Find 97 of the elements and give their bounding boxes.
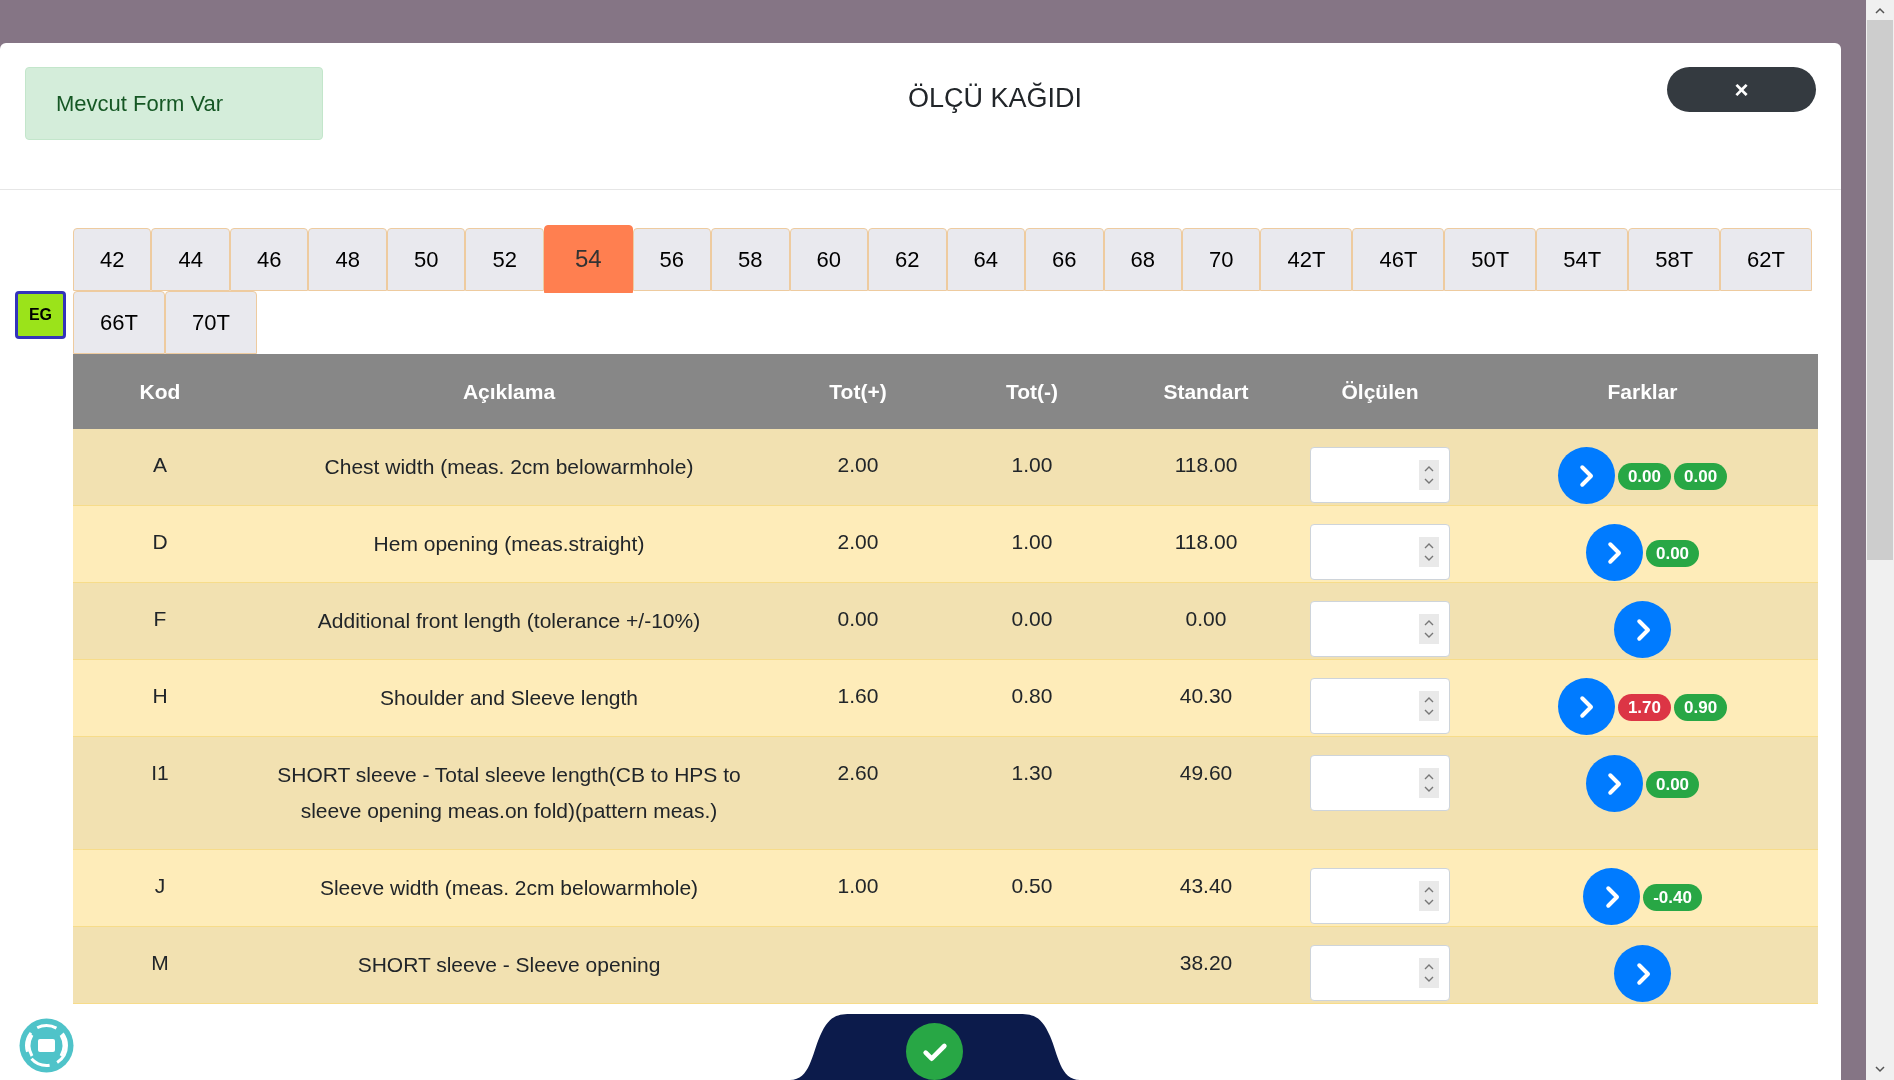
column-header: Açıklama <box>462 379 556 403</box>
table-cell: 1.30 <box>1011 761 1053 784</box>
table-cell: H <box>152 684 168 707</box>
size-tab[interactable]: 58 <box>711 228 790 291</box>
status-badge: EG <box>15 291 66 339</box>
size-tab[interactable]: 46T <box>1352 228 1445 291</box>
column-header: Ölçülen <box>1341 379 1419 403</box>
size-tab[interactable]: 44 <box>151 228 230 291</box>
signal-icon[interactable] <box>18 1017 75 1074</box>
next-button[interactable] <box>1583 868 1641 925</box>
spinner-icon <box>1419 691 1439 721</box>
table-cell: SHORT sleeve - Sleeve opening <box>357 953 661 976</box>
table-cell: 1.00 <box>1011 453 1053 476</box>
table-cell: 2.60 <box>837 761 879 784</box>
difference-badge: 0.00 <box>1617 463 1671 490</box>
next-button[interactable] <box>1557 678 1615 735</box>
size-tab[interactable]: 70T <box>164 291 257 354</box>
spinner-icon <box>1419 768 1439 798</box>
size-tab[interactable]: 46 <box>229 228 309 291</box>
next-button[interactable] <box>1585 755 1643 812</box>
number-input[interactable] <box>1310 678 1450 734</box>
table-cell: 118.00 <box>1174 530 1238 553</box>
size-tab[interactable]: 62T <box>1720 228 1812 291</box>
spinner-icon <box>1419 537 1439 567</box>
status-alert: Mevcut Form Var <box>25 67 323 140</box>
table-cell: 38.20 <box>1179 951 1233 974</box>
number-input[interactable] <box>1310 601 1450 657</box>
difference-badge: 0.00 <box>1674 463 1728 490</box>
column-header: Tot(+) <box>829 379 887 403</box>
number-input[interactable] <box>1310 524 1450 580</box>
size-tab[interactable]: 54 <box>543 225 633 293</box>
number-input[interactable] <box>1310 945 1450 1001</box>
table-cell: 1.60 <box>837 684 879 707</box>
size-tab[interactable]: 52 <box>465 228 544 291</box>
spinner-icon <box>1419 460 1439 490</box>
table-cell: I1 <box>151 761 169 784</box>
table-cell: 0.50 <box>1011 874 1053 897</box>
size-tab[interactable]: 48 <box>308 228 387 291</box>
table-cell: Additional front length (tolerance +/-10%) <box>317 609 701 632</box>
number-input[interactable] <box>1310 447 1450 503</box>
size-tab[interactable]: 54T <box>1536 228 1629 291</box>
table-cell: 0.80 <box>1011 684 1053 707</box>
spinner-icon <box>1419 958 1439 988</box>
number-input[interactable] <box>1310 868 1450 924</box>
next-button[interactable] <box>1585 524 1643 581</box>
column-header: Farklar <box>1607 379 1678 403</box>
size-tab[interactable]: 58T <box>1628 228 1721 291</box>
size-tab[interactable]: 68 <box>1103 228 1182 291</box>
next-button[interactable] <box>1614 601 1671 658</box>
size-tab[interactable]: 62 <box>868 228 947 291</box>
table-cell: 49.60 <box>1179 761 1233 784</box>
size-tab[interactable]: 50 <box>386 228 466 291</box>
difference-badge: 0.00 <box>1645 771 1700 798</box>
table-cell: 43.40 <box>1179 874 1233 897</box>
difference-badge: 0.90 <box>1674 694 1728 721</box>
table-cell: 2.00 <box>837 453 879 476</box>
column-header: Kod <box>139 379 181 403</box>
table-cell: SHORT sleeve - Total sleeve length(CB to HPS to sleeve opening meas.on fold)(pattern meas.) <box>277 763 741 822</box>
table-cell: Hem opening (meas.straight) <box>373 532 645 555</box>
spinner-icon <box>1419 881 1439 911</box>
table-cell: 40.30 <box>1179 684 1233 707</box>
number-input[interactable] <box>1310 755 1450 811</box>
table-cell: 2.00 <box>837 530 879 553</box>
spinner-icon <box>1419 614 1439 644</box>
table-cell: M <box>151 951 169 974</box>
table-cell: 1.00 <box>1011 530 1053 553</box>
difference-badge: -0.40 <box>1643 884 1702 911</box>
size-tab[interactable]: 64 <box>946 228 1026 291</box>
table-cell: Sleeve width (meas. 2cm belowarmhole) <box>319 876 699 899</box>
size-tab[interactable]: 42T <box>1260 228 1353 291</box>
difference-badge: 0.00 <box>1645 540 1700 567</box>
table-cell: 0.00 <box>1011 607 1053 630</box>
difference-badge: 1.70 <box>1617 694 1671 721</box>
table-cell: 0.00 <box>837 607 879 630</box>
table-cell: A <box>153 453 167 476</box>
window-title: ÖLÇÜ KAĞIDI <box>907 81 1082 115</box>
table-cell: D <box>152 530 168 553</box>
size-tab[interactable]: 56 <box>632 228 712 291</box>
size-tab[interactable]: 70 <box>1182 228 1261 291</box>
scrollbar-thumb[interactable] <box>1867 20 1893 560</box>
table-cell: 118.00 <box>1174 453 1238 476</box>
table-cell: 1.00 <box>837 874 879 897</box>
size-tab[interactable]: 42 <box>73 228 152 291</box>
column-header: Standart <box>1163 379 1249 403</box>
table-cell: J <box>154 874 166 897</box>
next-button[interactable] <box>1557 447 1615 504</box>
close-button[interactable]: × <box>1667 67 1816 112</box>
table-cell: Shoulder and Sleeve length <box>380 686 638 709</box>
table-cell: 0.00 <box>1185 607 1227 630</box>
column-header: Tot(-) <box>1005 379 1059 403</box>
table-cell: F <box>153 607 167 630</box>
size-tab[interactable]: 66T <box>73 291 165 354</box>
size-tab[interactable]: 50T <box>1444 228 1537 291</box>
size-tab[interactable]: 60 <box>789 228 869 291</box>
size-tab[interactable]: 66 <box>1025 228 1104 291</box>
table-cell: Chest width (meas. 2cm belowarmhole) <box>324 455 694 478</box>
next-button[interactable] <box>1614 945 1671 1002</box>
